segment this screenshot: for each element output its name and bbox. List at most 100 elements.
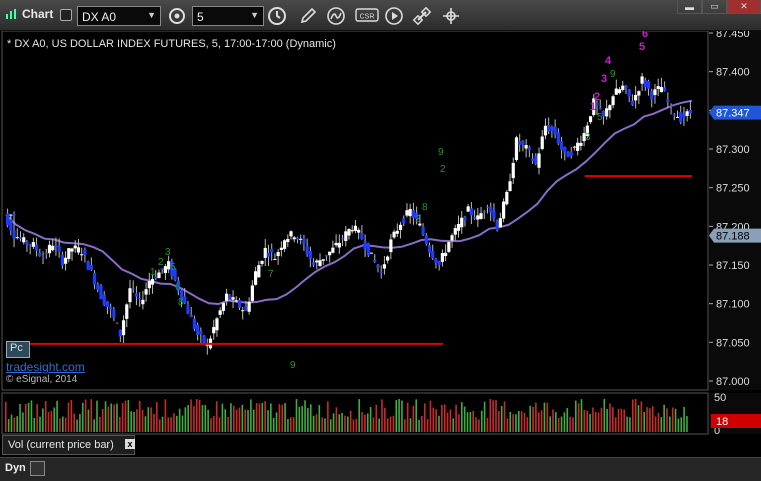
volume-bar [93, 419, 95, 432]
volume-bar [555, 412, 557, 432]
volume-bar [532, 406, 534, 432]
volume-bar [329, 419, 332, 432]
volume-bar [270, 403, 272, 432]
close-icon[interactable]: x [125, 439, 135, 449]
volume-bar [64, 417, 67, 432]
volume-bar [671, 407, 674, 432]
window-title: Chart [22, 7, 54, 21]
candle-body [559, 141, 564, 150]
volume-bar [90, 399, 93, 432]
volume-bar [338, 414, 341, 432]
candle-body [109, 306, 113, 310]
candle-body [646, 81, 651, 89]
sync-icon[interactable] [166, 5, 188, 27]
volume-bar [686, 416, 688, 432]
volume-bar [324, 418, 326, 432]
volume-bar [520, 411, 523, 432]
candle-body [18, 237, 23, 239]
candle-body [141, 299, 145, 305]
td-count-green: 9 [438, 147, 444, 158]
volume-bar [620, 408, 623, 432]
time-template-icon[interactable] [266, 5, 288, 27]
volume-bar [116, 403, 118, 432]
candle-body [444, 252, 448, 257]
volume-bar [669, 416, 671, 432]
volume-bar [409, 418, 412, 432]
candle-body [92, 272, 97, 285]
candle-body [295, 237, 300, 240]
candle-body [215, 318, 219, 331]
link-icon[interactable] [411, 5, 433, 27]
candle-body [569, 151, 573, 156]
volume-bar [649, 408, 651, 432]
crosshair-icon[interactable] [440, 5, 462, 27]
volume-bar [552, 409, 554, 432]
curve-tool-icon[interactable] [325, 5, 347, 27]
volume-bar [546, 402, 549, 432]
candle-body [234, 300, 238, 302]
watermark-link[interactable]: tradesight.com [6, 360, 85, 374]
volume-bar [193, 406, 195, 432]
volume-bar [301, 406, 303, 432]
candle-body [679, 111, 683, 123]
volume-bar [509, 411, 512, 432]
pc-badge[interactable]: Pc [6, 341, 30, 358]
candle-body [476, 215, 480, 220]
volume-bar [435, 409, 437, 432]
volume-bar [523, 412, 526, 432]
candle-body [286, 238, 290, 243]
link-checkbox[interactable] [60, 9, 72, 21]
volume-bar [381, 399, 383, 432]
volume-bar [167, 417, 170, 432]
price-chart[interactable]: 87.45087.40087.35087.30087.25087.20087.1… [0, 31, 761, 457]
maximize-button[interactable]: ▭ [702, 0, 727, 14]
candle-body [163, 266, 168, 274]
candle-body [456, 223, 461, 231]
price-tick-label: 87.050 [716, 337, 750, 349]
volume-bar [404, 419, 406, 432]
candle-body [514, 137, 519, 160]
volume-bar [59, 418, 61, 432]
candle-body [67, 248, 71, 259]
candle-body [337, 242, 341, 248]
volume-study-label[interactable]: Vol (current price bar) [2, 435, 135, 455]
symbol-input[interactable]: DX A0 ▼ [77, 6, 161, 26]
volume-bar [344, 415, 346, 432]
volume-bar [398, 399, 400, 432]
candle-body [134, 293, 139, 297]
candle-body [534, 155, 538, 164]
volume-bar [96, 400, 98, 432]
candle-body [96, 284, 100, 290]
candle-body [440, 253, 444, 262]
candle-body [463, 216, 467, 221]
td-count-green: 9 [610, 69, 616, 80]
volume-bar [384, 407, 386, 432]
volume-bar [347, 416, 349, 432]
volume-bar [438, 415, 440, 432]
play-icon[interactable] [383, 5, 405, 27]
volume-bar [674, 408, 677, 432]
close-button[interactable]: ✕ [727, 0, 761, 14]
candle-body [221, 303, 225, 311]
candle-body [630, 100, 635, 105]
candle-body [115, 323, 119, 325]
candle-body [189, 314, 193, 318]
volume-bar [42, 408, 44, 432]
candle-body [508, 181, 512, 192]
cursor-mode-icon[interactable]: CSR [354, 5, 380, 27]
volume-bar [361, 412, 363, 432]
volume-bar [358, 399, 360, 432]
candle-body [183, 296, 187, 304]
volume-bar [614, 417, 617, 432]
interval-input[interactable]: 5 ▼ [192, 6, 264, 26]
chevron-down-icon[interactable]: ▼ [147, 10, 156, 20]
settings-icon[interactable] [30, 461, 45, 476]
minimize-button[interactable]: ▬ [677, 0, 702, 14]
candle-body [540, 136, 544, 150]
volume-bar [677, 418, 680, 432]
chevron-down-icon[interactable]: ▼ [250, 10, 259, 20]
pencil-draw-icon[interactable] [297, 5, 319, 27]
candle-body [99, 285, 103, 300]
volume-bar [39, 416, 41, 432]
candle-body [527, 147, 531, 151]
